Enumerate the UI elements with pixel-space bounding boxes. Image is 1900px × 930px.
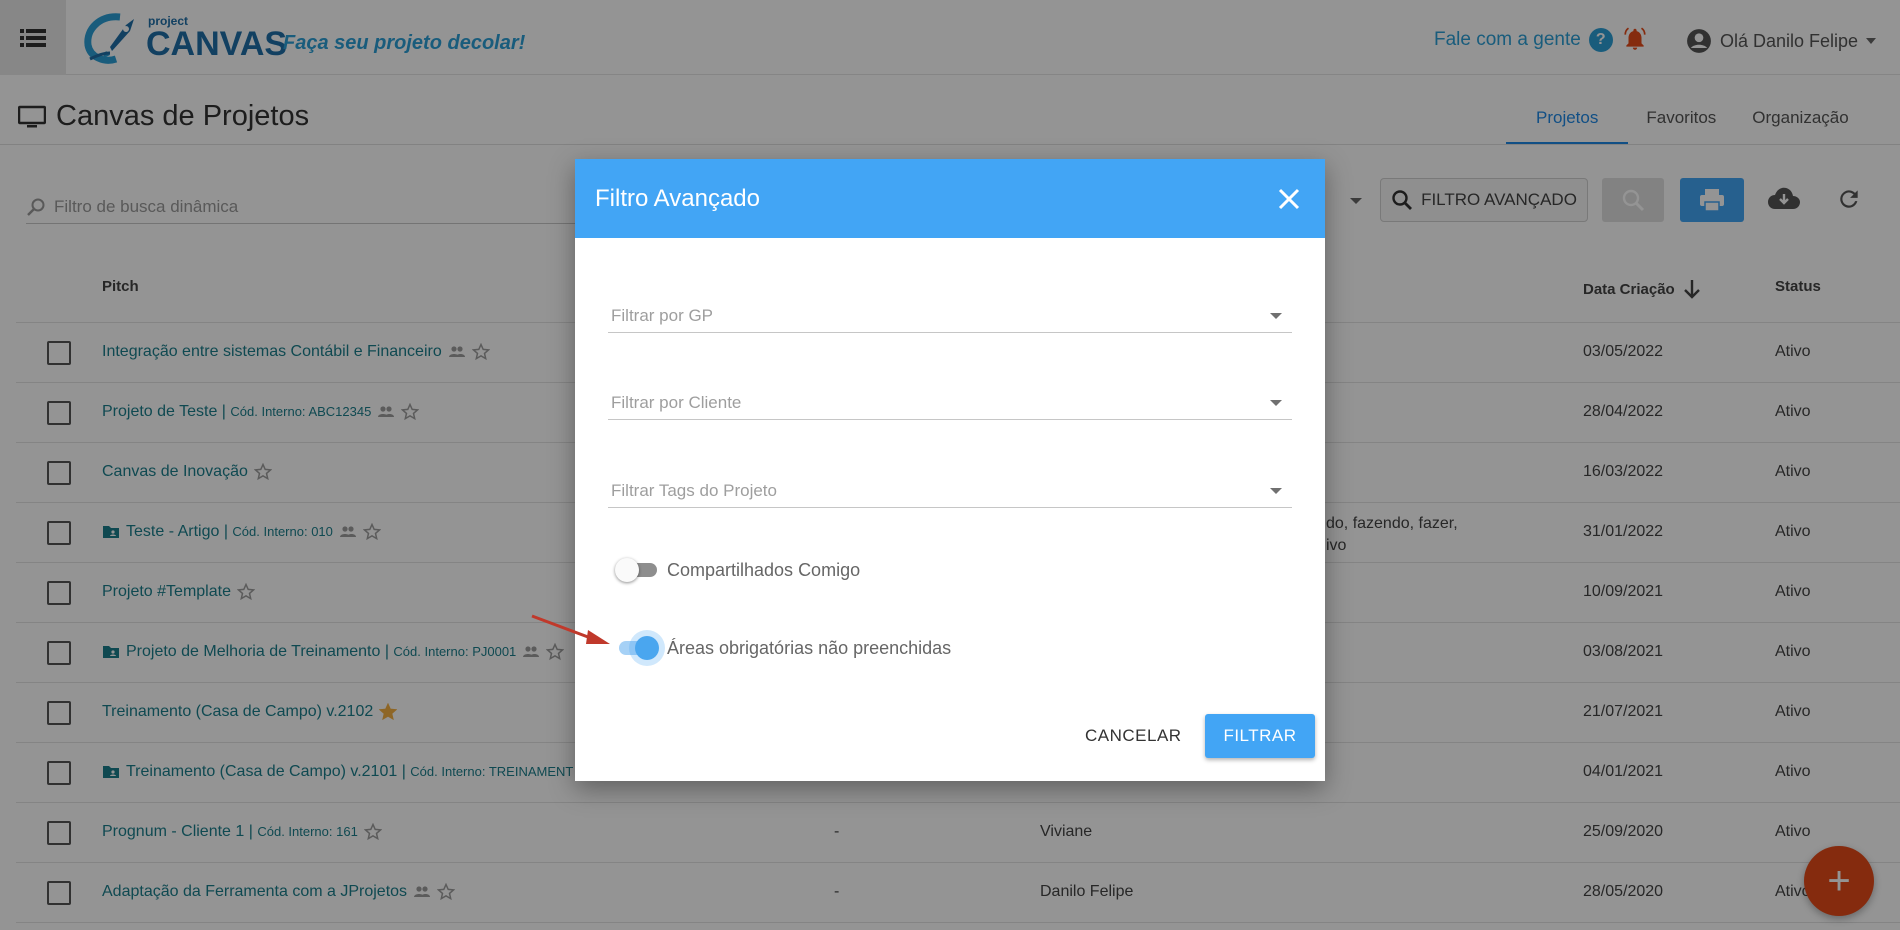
gp-select-placeholder: Filtrar por GP: [611, 306, 714, 325]
dialog-title: Filtro Avançado: [595, 185, 760, 212]
shared-with-me-label: Compartilhados Comigo: [667, 559, 861, 580]
dropdown-caret-icon: [1270, 488, 1282, 494]
shared-with-me-toggle[interactable]: [615, 557, 657, 583]
required-areas-toggle[interactable]: [615, 635, 659, 661]
close-icon[interactable]: [1275, 185, 1303, 213]
advanced-filter-dialog: Filtro Avançado Filtrar por GP Filtrar p…: [575, 159, 1325, 781]
tags-select-placeholder: Filtrar Tags do Projeto: [611, 481, 777, 500]
dropdown-caret-icon: [1270, 313, 1282, 319]
dialog-header: Filtro Avançado: [575, 159, 1325, 238]
filter-button[interactable]: FILTRAR: [1205, 714, 1315, 758]
cancel-button[interactable]: CANCELAR: [1085, 726, 1182, 746]
client-select[interactable]: Filtrar por Cliente: [608, 380, 1292, 420]
toggle-thumb: [635, 636, 659, 660]
shared-with-me-toggle-row: Compartilhados Comigo: [615, 557, 860, 583]
required-areas-toggle-row: Áreas obrigatórias não preenchidas: [615, 635, 951, 661]
client-select-placeholder: Filtrar por Cliente: [611, 393, 742, 412]
gp-select[interactable]: Filtrar por GP: [608, 293, 1292, 333]
dropdown-caret-icon: [1270, 400, 1282, 406]
required-areas-label: Áreas obrigatórias não preenchidas: [667, 637, 952, 658]
tags-select[interactable]: Filtrar Tags do Projeto: [608, 468, 1292, 508]
toggle-thumb: [615, 558, 639, 582]
annotation-arrow-icon: [531, 614, 610, 644]
